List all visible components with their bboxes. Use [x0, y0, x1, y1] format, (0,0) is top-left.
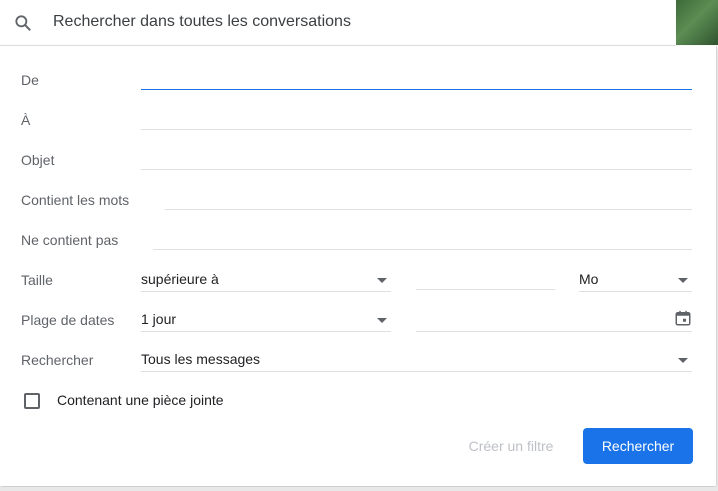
date-range-label: Plage de dates	[21, 312, 115, 328]
subject-label: Objet	[21, 152, 55, 168]
date-field[interactable]	[416, 309, 692, 332]
attachment-checkbox[interactable]	[24, 393, 40, 409]
has-words-label: Contient les mots	[21, 192, 130, 208]
size-operator-value: supérieure à	[141, 271, 219, 287]
size-unit-value: Mo	[579, 271, 599, 287]
from-label: De	[21, 72, 39, 88]
date-range-select[interactable]: 1 jour	[141, 309, 391, 332]
size-operator-select[interactable]: supérieure à	[141, 269, 391, 292]
calendar-icon[interactable]	[674, 309, 692, 327]
from-field[interactable]	[141, 69, 692, 90]
size-value-field[interactable]	[416, 269, 555, 290]
search-bar[interactable]: Rechercher dans toutes les conversations	[0, 0, 676, 46]
chevron-down-icon	[678, 278, 688, 283]
size-unit-select[interactable]: Mo	[579, 269, 692, 292]
subject-field[interactable]	[141, 149, 692, 170]
not-words-label: Ne contient pas	[21, 232, 119, 248]
create-filter-button[interactable]: Créer un filtre	[449, 428, 573, 464]
search-in-label: Rechercher	[21, 352, 94, 368]
search-icon[interactable]	[13, 13, 33, 33]
not-words-field[interactable]	[153, 229, 692, 250]
chevron-down-icon	[678, 358, 688, 363]
to-label: À	[21, 112, 31, 128]
attachment-label[interactable]: Contenant une pièce jointe	[57, 392, 224, 408]
search-input[interactable]: Rechercher dans toutes les conversations	[53, 13, 351, 31]
search-in-value: Tous les messages	[141, 351, 261, 367]
search-in-select[interactable]: Tous les messages	[141, 349, 692, 372]
chevron-down-icon	[377, 318, 387, 323]
background-image-edge	[676, 0, 718, 45]
date-range-value: 1 jour	[141, 311, 177, 327]
bottom-edge	[0, 487, 718, 491]
has-words-field[interactable]	[165, 189, 692, 210]
size-label: Taille	[21, 272, 53, 288]
chevron-down-icon	[377, 278, 387, 283]
to-field[interactable]	[141, 109, 692, 130]
search-button[interactable]: Rechercher	[583, 428, 693, 464]
